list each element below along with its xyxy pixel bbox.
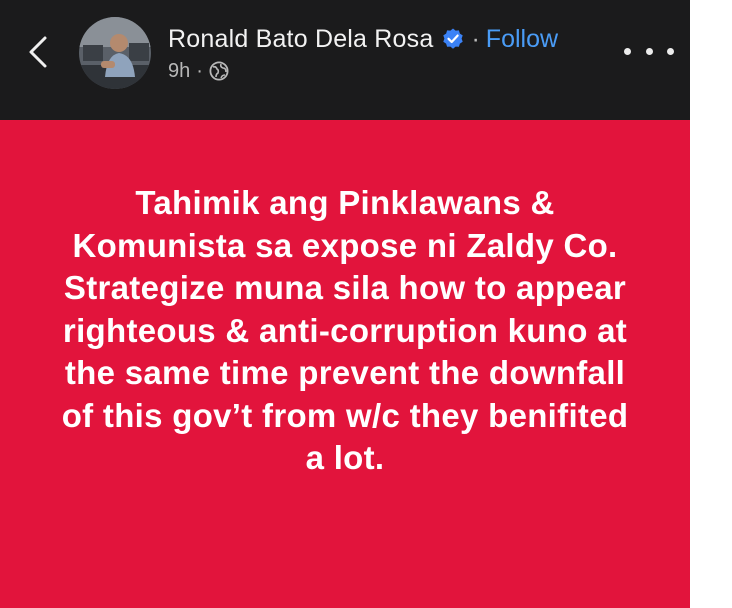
more-dot [645,47,653,55]
post-view: Ronald Bato Dela Rosa · Follow 9h · Tahi… [0,0,690,608]
chevron-left-icon [29,36,47,68]
name-separator: · [471,24,480,53]
verified-badge-icon [441,27,465,51]
post-meta: 9h · [168,58,229,84]
meta-separator: · [196,59,203,82]
back-button[interactable] [18,30,58,74]
author-name[interactable]: Ronald Bato Dela Rosa [168,25,433,54]
post-text: Tahimik ang Pinklawans & Komunista sa ex… [61,184,629,476]
more-dot [667,47,674,55]
more-dot [624,47,631,55]
avatar[interactable] [79,17,151,89]
author-row: Ronald Bato Dela Rosa · Follow [168,23,558,55]
post-content-card: Tahimik ang Pinklawans & Komunista sa ex… [0,120,690,608]
post-header: Ronald Bato Dela Rosa · Follow 9h · [0,0,690,120]
globe-icon[interactable] [209,61,229,81]
avatar-photo [79,17,151,89]
post-timestamp[interactable]: 9h [168,60,190,83]
more-options-icon[interactable] [624,38,674,64]
follow-button[interactable]: Follow [486,25,558,54]
